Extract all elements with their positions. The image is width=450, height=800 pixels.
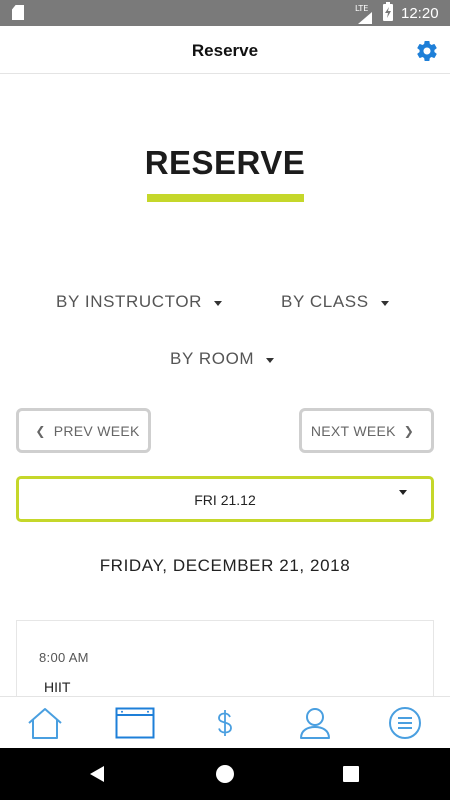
next-week-button[interactable]: NEXT WEEK ❯ — [299, 408, 434, 453]
header-title: Reserve — [191, 41, 259, 60]
title-underline — [147, 194, 304, 202]
home-button-icon[interactable] — [216, 765, 234, 783]
filter-by-room-label: BY ROOM — [170, 349, 255, 368]
class-name: HIIT — [44, 679, 71, 695]
android-nav-bar — [0, 748, 450, 800]
caret-down-icon — [380, 301, 389, 306]
nav-profile[interactable] — [295, 705, 335, 741]
nav-pricing[interactable] — [205, 705, 245, 741]
caret-down-icon — [266, 358, 275, 363]
date-heading: FRIDAY, DECEMBER 21, 2018 — [99, 556, 351, 575]
chevron-right-icon: ❯ — [403, 423, 415, 438]
status-bar: LTE 12:20 — [0, 0, 450, 26]
dollar-icon — [218, 710, 232, 736]
battery-icon — [383, 2, 393, 21]
recent-apps-icon[interactable] — [343, 766, 359, 782]
filter-by-room[interactable]: BY ROOM — [170, 349, 275, 369]
home-icon — [28, 708, 62, 739]
status-clock: 12:20 — [401, 5, 439, 22]
class-time: 8:00 AM — [39, 650, 89, 665]
date-select-value: FRI 21.12 — [194, 492, 256, 508]
next-week-label: NEXT WEEK — [310, 422, 396, 439]
back-icon[interactable] — [90, 766, 104, 782]
page-title: RESERVE — [144, 144, 306, 181]
filter-by-instructor-label: BY INSTRUCTOR — [56, 292, 203, 311]
nav-menu[interactable] — [385, 705, 425, 741]
caret-down-icon — [214, 301, 223, 306]
bottom-nav — [0, 696, 450, 748]
filter-by-class-label: BY CLASS — [281, 292, 369, 311]
menu-icon — [389, 707, 421, 739]
prev-week-label: PREV WEEK — [53, 422, 140, 439]
app-header: Reserve — [0, 26, 450, 74]
nav-calendar[interactable] — [115, 705, 155, 741]
chevron-left-icon: ❮ — [35, 423, 46, 438]
filter-by-instructor[interactable]: BY INSTRUCTOR — [56, 292, 223, 312]
nav-home[interactable] — [25, 705, 65, 741]
caret-down-icon — [399, 490, 407, 495]
sd-card-icon — [12, 5, 24, 20]
date-select[interactable]: FRI 21.12 — [16, 476, 434, 522]
signal-icon — [358, 12, 372, 24]
filter-by-class[interactable]: BY CLASS — [281, 292, 389, 312]
calendar-icon — [115, 707, 155, 739]
profile-icon — [300, 708, 330, 739]
gear-icon — [417, 41, 437, 61]
settings-button[interactable] — [415, 39, 439, 63]
prev-week-button[interactable]: ❮ PREV WEEK — [16, 408, 151, 453]
